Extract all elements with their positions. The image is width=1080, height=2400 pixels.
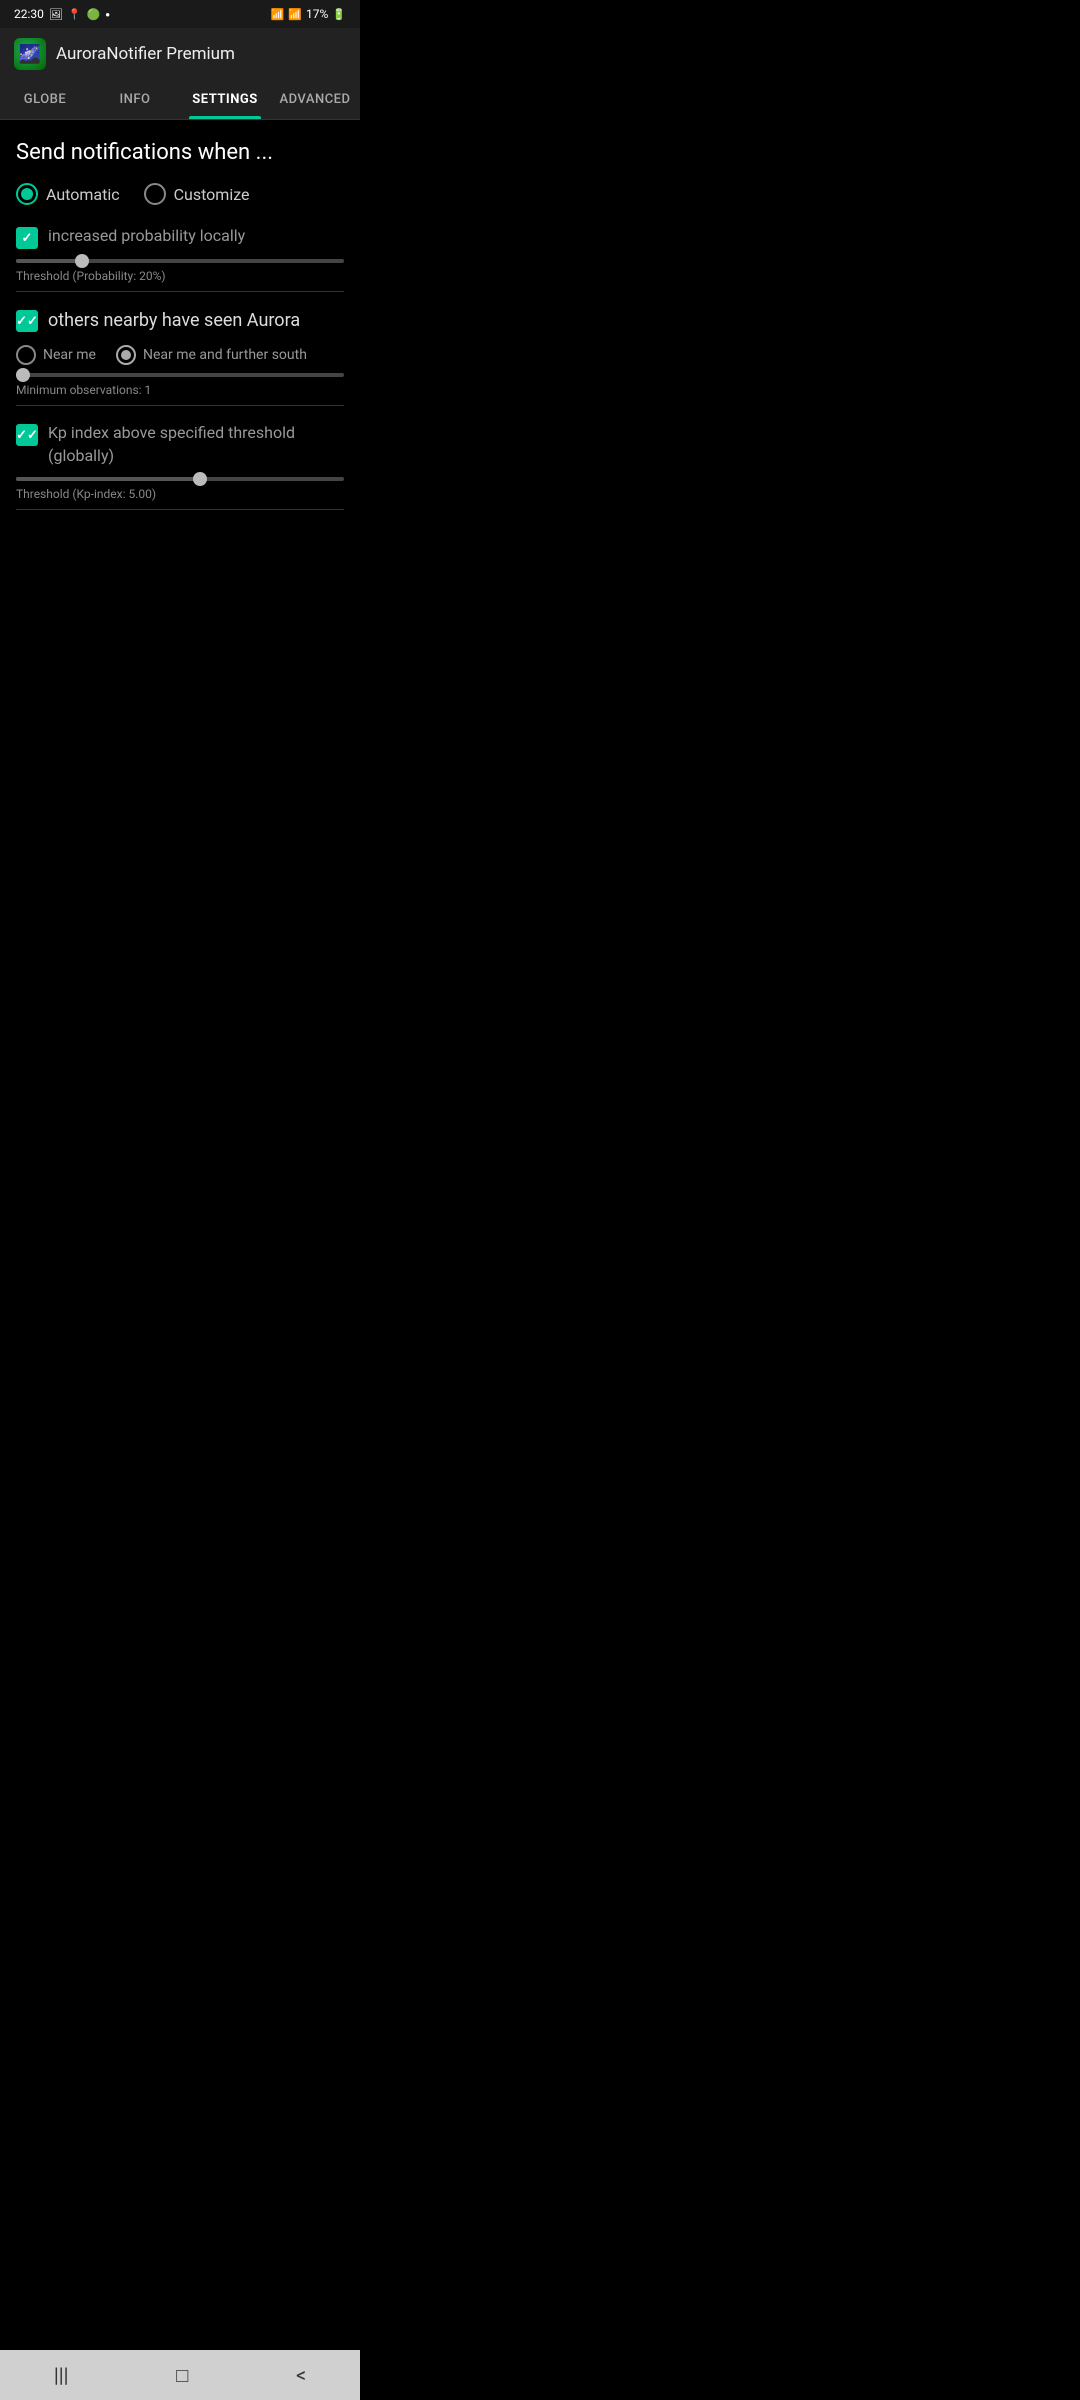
kp-index-checkbox[interactable]: ✓ — [16, 424, 38, 446]
radio-near-me-south[interactable]: Near me and further south — [116, 345, 307, 365]
dot-icon: ● — [105, 10, 110, 19]
tab-settings[interactable]: SETTINGS — [180, 80, 270, 119]
radio-near-me-south-label: Near me and further south — [143, 347, 307, 363]
observations-slider-track[interactable] — [16, 373, 344, 377]
kp-slider-fill — [16, 477, 200, 481]
local-probability-section: increased probability locally Threshold … — [16, 225, 344, 283]
divider-3 — [16, 509, 344, 510]
kp-slider-label: Threshold (Kp-index: 5.00) — [16, 487, 344, 501]
app-header: 🌌 AuroraNotifier Premium — [0, 28, 360, 80]
nav-menu-button[interactable]: ||| — [54, 2363, 69, 2387]
radio-near-me-circle[interactable] — [16, 345, 36, 365]
tab-advanced[interactable]: ADVANCED — [270, 80, 360, 119]
radio-customize-label: Customize — [174, 185, 250, 204]
location-icon: 📍 — [68, 8, 82, 21]
tab-info[interactable]: INFO — [90, 80, 180, 119]
observations-slider-thumb[interactable] — [16, 368, 30, 382]
wifi-icon: 📶 — [271, 8, 285, 21]
radio-near-me-label: Near me — [43, 347, 96, 363]
nav-back-button[interactable]: < — [296, 2363, 306, 2387]
local-probability-checkbox[interactable] — [16, 227, 38, 249]
status-time: 22:30 — [14, 7, 44, 21]
tab-globe[interactable]: GLOBE — [0, 80, 90, 119]
kp-index-row: ✓ Kp index above specified threshold (gl… — [16, 422, 344, 467]
radio-customize-circle[interactable] — [144, 183, 166, 205]
mode-radio-group: Automatic Customize — [16, 183, 344, 205]
kp-slider-thumb[interactable] — [193, 472, 207, 486]
radio-automatic-circle[interactable] — [16, 183, 38, 205]
status-left: 22:30 🖼 📍 🟢 ● — [14, 7, 110, 21]
radio-near-me[interactable]: Near me — [16, 345, 96, 365]
local-probability-row: increased probability locally — [16, 225, 344, 249]
probability-slider-track[interactable] — [16, 259, 344, 263]
photo-icon: 🖼 — [49, 8, 63, 21]
nearby-aurora-row: ✓ others nearby have seen Aurora — [16, 308, 344, 333]
kp-index-section: ✓ Kp index above specified threshold (gl… — [16, 422, 344, 501]
section-title: Send notifications when ... — [16, 140, 344, 165]
observations-slider-label: Minimum observations: 1 — [16, 383, 344, 397]
radio-near-me-south-circle[interactable] — [116, 345, 136, 365]
kp-slider-track[interactable] — [16, 477, 344, 481]
app-notification-icon: 🟢 — [87, 8, 101, 21]
nearby-aurora-label: others nearby have seen Aurora — [48, 308, 344, 333]
tab-bar: GLOBE INFO SETTINGS ADVANCED — [0, 80, 360, 120]
status-bar: 22:30 🖼 📍 🟢 ● 📶 📶 17% 🔋 — [0, 0, 360, 28]
app-logo: 🌌 — [14, 38, 46, 70]
kp-slider-section: Threshold (Kp-index: 5.00) — [16, 477, 344, 501]
app-title: AuroraNotifier Premium — [56, 44, 235, 64]
location-radio-group: Near me Near me and further south — [16, 345, 344, 365]
settings-content: Send notifications when ... Automatic Cu… — [0, 120, 360, 546]
probability-slider-fill — [16, 259, 82, 263]
probability-slider-thumb[interactable] — [75, 254, 89, 268]
probability-slider-label: Threshold (Probability: 20%) — [16, 269, 344, 283]
probability-slider-section: Threshold (Probability: 20%) — [16, 259, 344, 283]
observations-slider-section: Minimum observations: 1 — [16, 373, 344, 397]
radio-customize[interactable]: Customize — [144, 183, 250, 205]
local-probability-label: increased probability locally — [48, 225, 344, 247]
battery-text: 17% — [306, 7, 328, 21]
nearby-aurora-checkbox[interactable]: ✓ — [16, 310, 38, 332]
radio-automatic-label: Automatic — [46, 185, 120, 204]
kp-index-label: Kp index above specified threshold (glob… — [48, 422, 344, 467]
nearby-aurora-section: ✓ others nearby have seen Aurora Near me… — [16, 308, 344, 397]
status-right: 📶 📶 17% 🔋 — [271, 7, 346, 21]
nav-home-button[interactable]: □ — [176, 2363, 188, 2388]
nav-bar: ||| □ < — [0, 2350, 360, 2400]
divider-1 — [16, 291, 344, 292]
radio-automatic[interactable]: Automatic — [16, 183, 120, 205]
battery-icon: 🔋 — [332, 8, 346, 21]
divider-2 — [16, 405, 344, 406]
signal-icon: 📶 — [288, 8, 302, 21]
